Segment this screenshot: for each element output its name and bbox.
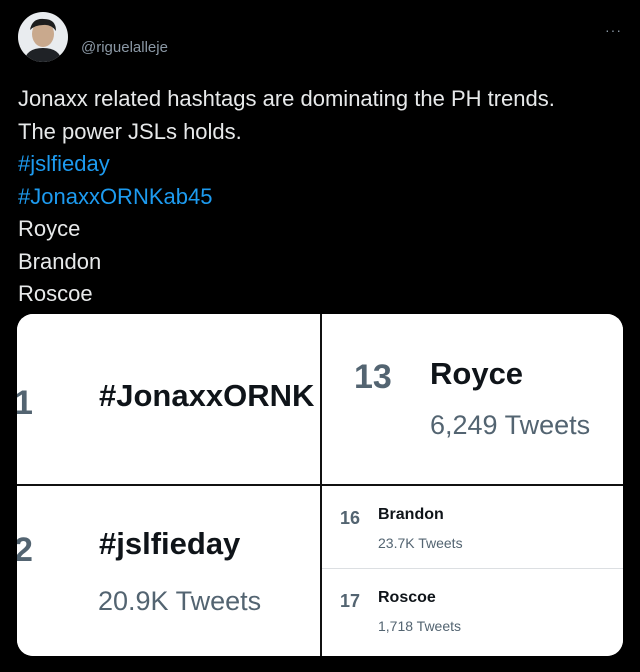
hashtag-link[interactable]: #jslfieday (18, 148, 618, 181)
trend-tweet-count: 6,249 Tweets (430, 410, 591, 440)
trend-item-13: 13 Royce 6,249 Tweets (322, 314, 623, 484)
more-options-icon[interactable]: ··· (605, 22, 622, 38)
trend-item-2: 2 #jslfieday 20.9K Tweets (17, 486, 320, 656)
trend-rank: 17 (340, 591, 361, 611)
trend-rank: 13 (354, 358, 392, 396)
tweet-image-collage[interactable]: 1 #JonaxxORNK 2 #jslfieday 20.9K Tweets … (17, 314, 623, 656)
tweet-body: Jonaxx related hashtags are dominating t… (18, 83, 618, 311)
trend-rank: 16 (340, 508, 361, 528)
trend-name: Royce (430, 356, 524, 391)
tweet-header: @riguelalleje ··· (18, 12, 622, 64)
trend-name: #JonaxxORNK (99, 378, 315, 413)
trend-rank: 2 (17, 531, 33, 569)
user-handle[interactable]: @riguelalleje (81, 39, 168, 56)
hashtag-link[interactable]: #JonaxxORNKab45 (18, 181, 618, 214)
avatar[interactable] (18, 12, 68, 62)
tweet-text-line: The power JSLs holds. (18, 118, 242, 144)
tweet-text-line: Brandon (18, 248, 102, 274)
trend-item-1: 1 #JonaxxORNK (17, 314, 320, 484)
trend-name: #jslfieday (99, 526, 241, 561)
row-separator (322, 568, 623, 569)
trend-tweet-count: 20.9K Tweets (98, 586, 262, 616)
trend-rank: 1 (17, 384, 33, 422)
trend-tweet-count: 23.7K Tweets (378, 535, 463, 551)
trend-name: Roscoe (378, 589, 436, 606)
panel-divider (17, 484, 320, 486)
trends-panel-bottom-right: 16 Brandon 23.7K Tweets 17 Roscoe 1,718 … (322, 486, 623, 656)
trend-name: Brandon (378, 506, 444, 523)
tweet-text-line: Roscoe (18, 281, 93, 306)
avatar-photo (18, 12, 68, 62)
trend-tweet-count: 1,718 Tweets (378, 618, 462, 634)
tweet-text-line: Royce (18, 216, 81, 241)
tweet-text-line: Jonaxx related hashtags are dominating t… (18, 86, 555, 111)
